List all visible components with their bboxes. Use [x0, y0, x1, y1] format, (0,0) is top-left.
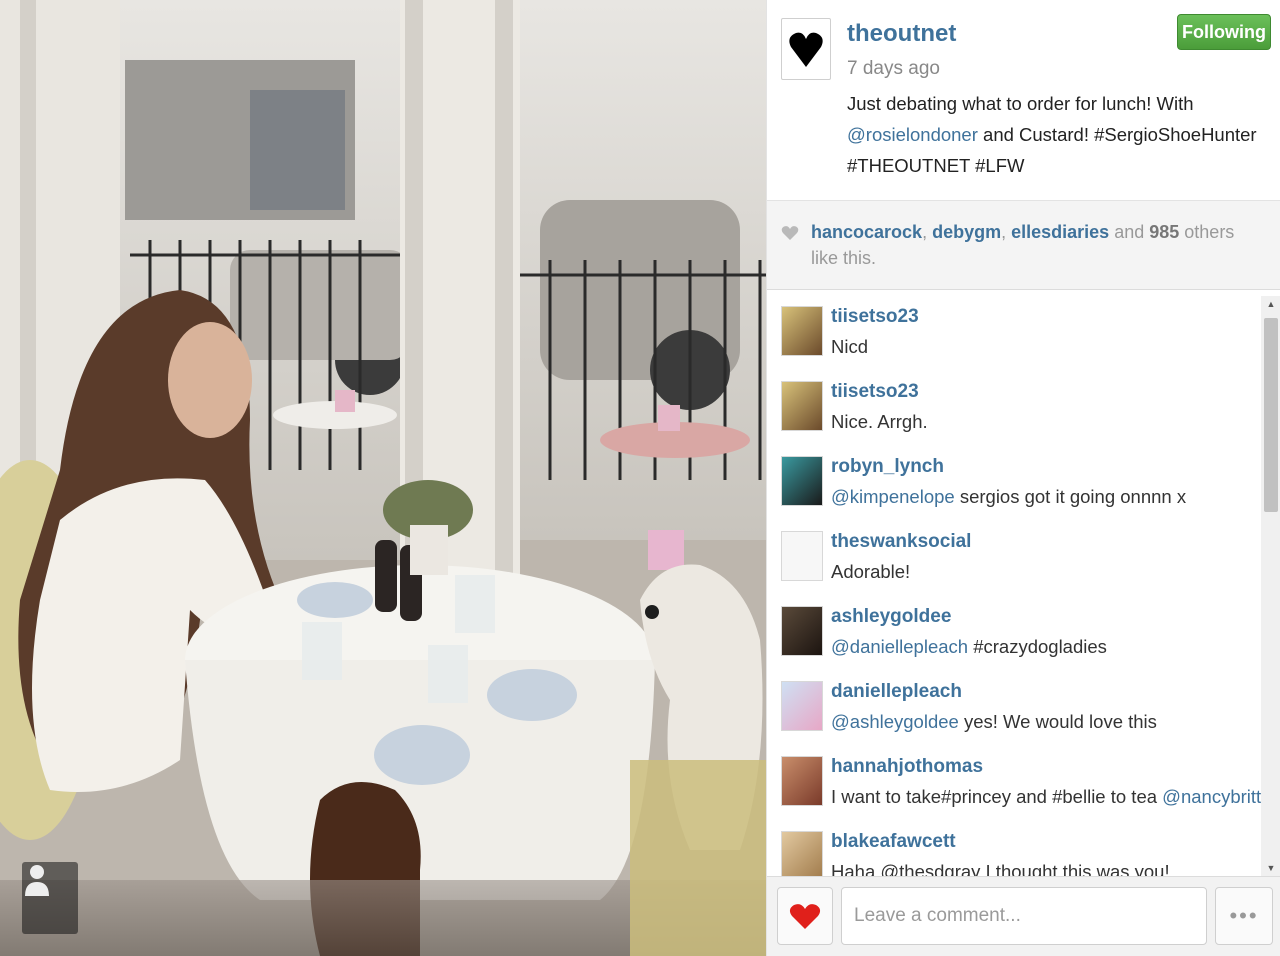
commenter-avatar[interactable]	[781, 306, 823, 356]
heart-icon	[789, 904, 821, 929]
comment-text: Haha @thesdgray I thought this was you!	[831, 861, 1170, 876]
separator: ,	[1001, 222, 1012, 242]
caption-line: and Custard! #SergioShoeHunter	[977, 124, 1257, 145]
following-button[interactable]: Following	[1177, 14, 1271, 50]
post-header: theoutnet Following 7 days ago Just deba…	[767, 0, 1280, 200]
comment-body: Nicd	[831, 336, 869, 357]
comment-text: Nice. Arrgh.	[831, 411, 928, 433]
comment-body: Haha @thesdgray I thought this was you!	[831, 861, 1170, 876]
comment-mention[interactable]: @kimpenelope	[831, 486, 955, 507]
comment-mention[interactable]: @ashleygoldee	[831, 711, 959, 732]
comment-username[interactable]: tiisetso23	[831, 306, 919, 328]
comment-body: #crazydogladies	[968, 636, 1107, 657]
like-button[interactable]	[777, 887, 833, 945]
comment-item: robyn_lynch @kimpenelope sergios got it …	[767, 440, 1257, 515]
comment-item: blakeafawcett Haha @thesdgray I thought …	[767, 815, 1257, 876]
liker-link[interactable]: ellesdiaries	[1011, 222, 1109, 242]
comment-text: I want to take#princey and #bellie to te…	[831, 786, 1271, 808]
comment-text: Nicd	[831, 336, 868, 358]
heart-logo-icon	[789, 32, 823, 67]
comment-username[interactable]: theswanksocial	[831, 531, 971, 553]
comment-body: sergios got it going onnnn x	[954, 486, 1187, 507]
comment-text: @daniellepleach #crazydogladies	[831, 636, 1107, 658]
comment-body: Nice. Arrgh.	[831, 411, 928, 432]
scroll-up-arrow-icon[interactable]: ▲	[1261, 296, 1280, 312]
comment-item: ashleygoldee @daniellepleach #crazydogla…	[767, 590, 1257, 665]
comment-body: Adorable!	[831, 561, 911, 582]
post-timestamp: 7 days ago	[847, 58, 940, 79]
profile-avatar[interactable]	[781, 18, 831, 80]
likes-bar: hancocarock, debygm, ellesdiaries and 98…	[767, 200, 1280, 290]
comment-username[interactable]: ashleygoldee	[831, 606, 951, 628]
comment-text: @kimpenelope sergios got it going onnnn …	[831, 486, 1186, 508]
commenter-avatar[interactable]	[781, 756, 823, 806]
photo-illustration	[0, 0, 766, 956]
comment-username[interactable]: hannahjothomas	[831, 756, 983, 778]
commenter-avatar[interactable]	[781, 831, 823, 876]
likes-and: and	[1109, 222, 1150, 242]
liker-link[interactable]: hancocarock	[811, 222, 922, 242]
comment-item: theswanksocial Adorable!	[767, 515, 1257, 590]
commenter-avatar[interactable]	[781, 531, 823, 581]
comment-mention[interactable]: @daniellepleach	[831, 636, 968, 657]
comment-username[interactable]: daniellepleach	[831, 681, 962, 703]
comment-text: Adorable!	[831, 561, 910, 583]
likes-text: hancocarock, debygm, ellesdiaries and 98…	[811, 219, 1261, 271]
commenter-avatar[interactable]	[781, 456, 823, 506]
comment-item: daniellepleach @ashleygoldee yes! We wou…	[767, 665, 1257, 740]
post-sidebar: theoutnet Following 7 days ago Just deba…	[766, 0, 1280, 956]
caption-line: Just debating what to order for lunch! W…	[847, 93, 1194, 114]
post-caption: Just debating what to order for lunch! W…	[847, 88, 1257, 181]
comment-body: I want to take#princey and #bellie to te…	[831, 786, 1163, 807]
liker-link[interactable]: debygm	[932, 222, 1001, 242]
heart-icon	[781, 226, 799, 240]
scroll-thumb[interactable]	[1264, 318, 1278, 512]
comment-item: tiisetso23 Nicd	[767, 290, 1257, 365]
separator: ,	[922, 222, 933, 242]
person-icon	[25, 865, 49, 896]
commenter-avatar[interactable]	[781, 381, 823, 431]
comment-list: tiisetso23 Nicd tiisetso23 Nice. Arrgh. …	[767, 290, 1280, 876]
likes-count[interactable]: 985	[1149, 222, 1179, 242]
comment-username[interactable]: tiisetso23	[831, 381, 919, 403]
comment-scrollbar[interactable]: ▲ ▼	[1261, 296, 1280, 876]
comment-footer: •••	[767, 876, 1280, 956]
comment-text: @ashleygoldee yes! We would love this	[831, 711, 1157, 733]
comment-item: hannahjothomas I want to take#princey an…	[767, 740, 1271, 815]
caption-line: #THEOUTNET #LFW	[847, 155, 1025, 176]
comment-username[interactable]: robyn_lynch	[831, 456, 944, 478]
post-photo	[0, 0, 766, 956]
comment-item: tiisetso23 Nice. Arrgh.	[767, 365, 1257, 440]
scroll-down-arrow-icon[interactable]: ▼	[1261, 860, 1280, 876]
user-tag-button[interactable]	[22, 862, 78, 934]
comment-body: yes! We would love this	[958, 711, 1157, 732]
caption-mention[interactable]: @rosielondoner	[847, 124, 978, 145]
post-username[interactable]: theoutnet	[847, 20, 956, 48]
comment-username[interactable]: blakeafawcett	[831, 831, 956, 853]
more-options-button[interactable]: •••	[1215, 887, 1273, 945]
comment-mention[interactable]: @nancybritt	[1162, 786, 1261, 807]
commenter-avatar[interactable]	[781, 606, 823, 656]
comment-input[interactable]	[841, 887, 1207, 945]
commenter-avatar[interactable]	[781, 681, 823, 731]
